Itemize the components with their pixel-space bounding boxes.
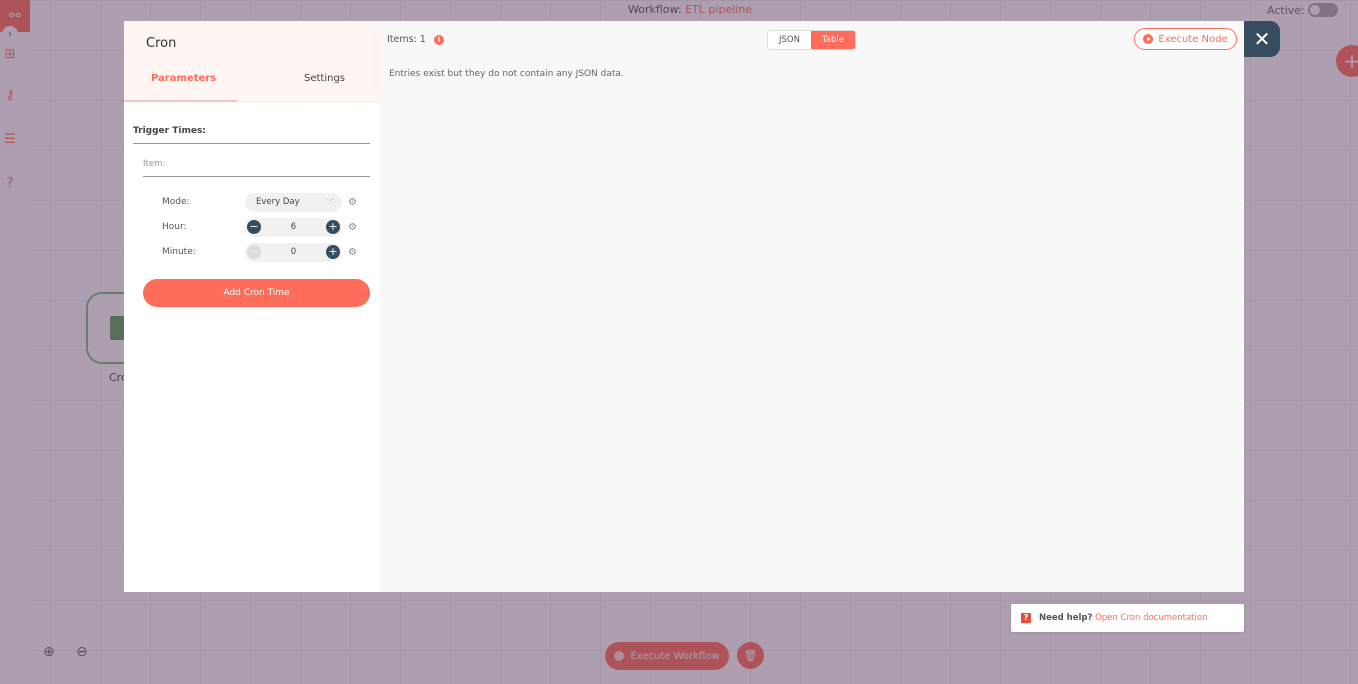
plus-icon[interactable]: + — [325, 245, 340, 259]
info-icon[interactable]: i — [434, 35, 444, 45]
mode-row: Mode: Every Day ﹀ ⚙ — [162, 192, 362, 212]
close-icon: ✕ — [1253, 27, 1271, 51]
minus-icon[interactable]: − — [247, 245, 261, 259]
minute-label: Minute: — [162, 247, 196, 257]
execute-node-button[interactable]: Execute Node — [1134, 28, 1237, 50]
chevron-down-icon: ﹀ — [326, 197, 334, 207]
minute-stepper[interactable]: − 0 + — [245, 242, 342, 262]
active-tab-indicator — [124, 100, 237, 102]
hour-label: Hour: — [162, 222, 187, 232]
panel-header: Cron Parameters Settings — [124, 21, 380, 102]
view-table-button[interactable]: Table — [810, 31, 855, 49]
hour-value[interactable]: 6 — [291, 222, 296, 232]
minute-row: Minute: − 0 + ⚙ — [162, 242, 362, 262]
items-count: Items: 1 — [387, 34, 426, 45]
question-icon: ? — [1021, 613, 1031, 623]
add-cron-time-button[interactable]: Add Cron Time — [143, 279, 370, 307]
execute-node-label: Execute Node — [1158, 33, 1228, 45]
node-title[interactable]: Cron — [146, 36, 176, 51]
item-label: Item: — [143, 159, 370, 177]
trigger-times-section: Trigger Times: Item: — [133, 126, 370, 177]
gears-icon[interactable]: ⚙ — [348, 222, 357, 233]
trigger-times-label: Trigger Times: — [133, 126, 370, 144]
hour-stepper[interactable]: − 6 + — [245, 217, 342, 237]
play-icon — [1143, 34, 1154, 44]
help-box: ? Need help? Open Cron documentation — [1011, 604, 1244, 632]
tab-parameters[interactable]: Parameters — [151, 73, 216, 84]
gears-icon[interactable]: ⚙ — [348, 197, 357, 208]
close-dialog-button[interactable]: ✕ — [1244, 21, 1280, 57]
mode-label: Mode: — [162, 197, 190, 207]
hour-row: Hour: − 6 + ⚙ — [162, 217, 362, 237]
minus-icon[interactable]: − — [247, 220, 261, 234]
mode-select[interactable]: Every Day ﹀ — [245, 192, 342, 212]
gears-icon[interactable]: ⚙ — [348, 247, 357, 258]
help-prefix: Need help? — [1039, 613, 1093, 623]
plus-icon[interactable]: + — [325, 220, 340, 234]
empty-data-message: Entries exist but they do not contain an… — [389, 69, 624, 79]
view-toggle: JSON Table — [767, 30, 856, 50]
output-panel: Items: 1 i JSON Table Execute Node Entri… — [380, 21, 1244, 592]
minute-value[interactable]: 0 — [291, 247, 296, 257]
mode-value: Every Day — [256, 197, 300, 207]
parameters-panel: Cron Parameters Settings Trigger Times: … — [124, 21, 380, 592]
view-json-button[interactable]: JSON — [768, 31, 811, 49]
documentation-link[interactable]: Open Cron documentation — [1095, 613, 1207, 623]
node-dialog: Cron Parameters Settings Trigger Times: … — [124, 21, 1244, 592]
tab-settings[interactable]: Settings — [304, 73, 345, 84]
